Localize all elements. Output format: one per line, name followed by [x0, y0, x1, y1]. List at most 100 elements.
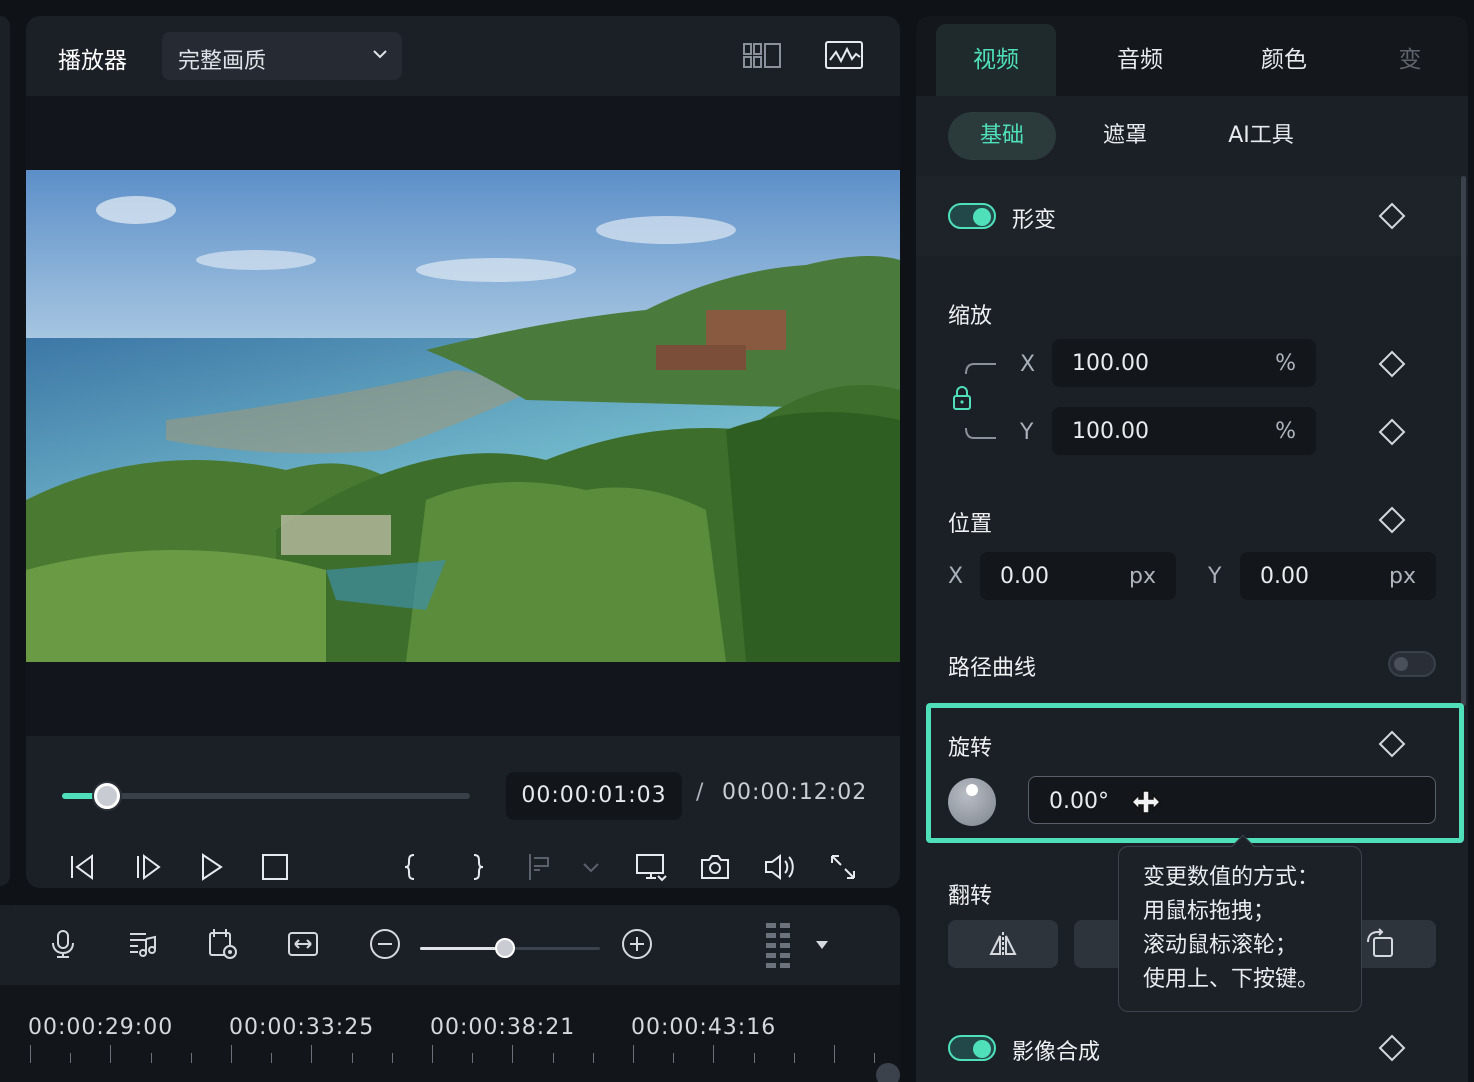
chevron-down-icon [373, 50, 387, 59]
scale-x-keyframe-icon[interactable] [1378, 350, 1406, 378]
ruler-tick [874, 1053, 876, 1063]
compositing-keyframe-icon[interactable] [1378, 1034, 1406, 1062]
path-curve-toggle[interactable] [1388, 651, 1436, 677]
position-keyframe-icon[interactable] [1378, 506, 1406, 534]
tab-audio[interactable]: 音频 [1080, 24, 1200, 96]
mark-in-icon[interactable] [394, 850, 428, 884]
scale-y-axis: Y [1020, 420, 1034, 445]
quality-value: 完整画质 [178, 49, 267, 74]
position-y-value: 0.00 [1260, 564, 1309, 589]
tab-more[interactable]: 变 [1390, 24, 1430, 96]
flip-horizontal-button[interactable] [948, 920, 1058, 968]
player-panel: 播放器 完整画质 00:00:01:03 / 00:00:12:02 [26, 16, 900, 888]
snapshot-icon[interactable] [698, 850, 732, 884]
scale-y-unit: % [1275, 419, 1296, 444]
quality-dropdown[interactable]: 完整画质 [162, 32, 402, 80]
position-x-field[interactable]: 0.00 px [980, 552, 1176, 600]
value-change-tooltip: 变更数值的方式： 用鼠标拖拽； 滚动鼠标滚轮； 使用上、下按键。 [1118, 834, 1362, 1012]
ruler-tick [110, 1045, 112, 1063]
subtab-mask[interactable]: 遮罩 [1080, 112, 1170, 160]
fit-width-icon[interactable] [286, 927, 320, 961]
ruler-tick [391, 1053, 393, 1063]
fullscreen-icon[interactable] [826, 850, 860, 884]
position-x-unit: px [1129, 564, 1156, 589]
zoom-in-icon[interactable] [620, 927, 654, 961]
scale-y-field[interactable]: 100.00 % [1052, 407, 1316, 455]
ruler-tick [311, 1045, 313, 1063]
stop-icon[interactable] [258, 850, 292, 884]
ruler-tick [834, 1045, 835, 1063]
ruler-tick [231, 1045, 232, 1063]
timeline-scroll-handle[interactable] [876, 1063, 900, 1082]
grid-view-icon[interactable] [742, 42, 784, 70]
clip-preview-icon[interactable] [206, 927, 240, 961]
zoom-out-icon[interactable] [368, 927, 402, 961]
tooltip-line-4: 使用上、下按键。 [1143, 967, 1320, 992]
ruler-time-1: 00:00:29:00 [28, 1015, 174, 1040]
position-x-value: 0.00 [1000, 564, 1049, 589]
scale-y-keyframe-icon[interactable] [1378, 418, 1406, 446]
display-icon[interactable] [634, 850, 668, 884]
current-time[interactable]: 00:00:01:03 [506, 772, 682, 820]
mark-out-icon[interactable] [460, 850, 494, 884]
panel-scrollbar[interactable] [1461, 176, 1466, 706]
timeline-ruler[interactable]: 00:00:29:00 00:00:33:25 00:00:38:21 00:0… [0, 985, 900, 1082]
insert-icon [524, 850, 558, 884]
flip-label: 翻转 [948, 884, 993, 909]
music-list-icon[interactable] [126, 927, 160, 961]
scale-x-field[interactable]: 100.00 % [1052, 339, 1316, 387]
position-y-axis: Y [1208, 564, 1222, 589]
dropdown-icon[interactable] [812, 935, 832, 955]
keyframe-diamond-icon[interactable] [1378, 202, 1406, 230]
prev-frame-icon[interactable] [64, 850, 98, 884]
transform-label: 形变 [1012, 208, 1057, 233]
sub-tabs: 基础 遮罩 AI工具 [916, 96, 1468, 176]
tab-color[interactable]: 颜色 [1224, 24, 1344, 96]
zoom-slider-fill [420, 947, 505, 950]
player-header: 播放器 完整画质 [26, 16, 900, 96]
tooltip-line-3: 滚动鼠标滚轮； [1143, 933, 1298, 958]
tab-video[interactable]: 视频 [936, 24, 1056, 96]
ruler-tick [673, 1053, 675, 1063]
tooltip-line-2: 用鼠标拖拽； [1143, 899, 1276, 924]
ruler-tick [713, 1045, 715, 1063]
playback-controls: 00:00:01:03 / 00:00:12:02 [26, 736, 900, 888]
lock-ratio-icon[interactable] [946, 362, 1000, 442]
compositing-toggle[interactable] [948, 1035, 996, 1061]
flip-horizontal-icon [989, 932, 1017, 956]
position-label: 位置 [948, 512, 993, 537]
ruler-tick [432, 1045, 433, 1063]
play-icon[interactable] [194, 850, 228, 884]
subtab-basic[interactable]: 基础 [948, 112, 1056, 160]
volume-icon[interactable] [762, 850, 796, 884]
waveform-monitor-icon[interactable] [824, 40, 866, 69]
rotate-icon [1367, 928, 1393, 957]
layout-icon[interactable] [762, 921, 796, 969]
time-separator: / [696, 780, 704, 805]
ruler-tick [633, 1045, 634, 1063]
position-y-unit: px [1389, 564, 1416, 589]
next-frame-icon[interactable] [130, 850, 164, 884]
transform-toggle[interactable] [948, 203, 996, 229]
scale-y-value: 100.00 [1072, 419, 1149, 444]
progress-handle[interactable] [93, 783, 120, 809]
ruler-tick [30, 1045, 31, 1063]
beach-video-image [26, 170, 900, 662]
ruler-tick [753, 1053, 755, 1063]
timeline-toolbar [0, 905, 900, 985]
ruler-time-3: 00:00:38:21 [430, 1015, 576, 1040]
ruler-tick [150, 1053, 152, 1063]
ruler-tick [472, 1053, 474, 1063]
subtab-ai-tools[interactable]: AI工具 [1206, 112, 1316, 160]
rotation-highlight [926, 703, 1464, 843]
compositing-label: 影像合成 [1012, 1040, 1101, 1065]
microphone-icon[interactable] [46, 927, 80, 961]
progress-track[interactable] [62, 793, 470, 799]
ruler-tick [512, 1045, 514, 1063]
tab-fade [1430, 16, 1468, 96]
zoom-slider-handle[interactable] [494, 938, 515, 958]
ruler-tick [351, 1053, 353, 1063]
position-y-field[interactable]: 0.00 px [1240, 552, 1436, 600]
insert-dropdown-icon [574, 850, 608, 884]
ruler-tick [552, 1053, 554, 1063]
